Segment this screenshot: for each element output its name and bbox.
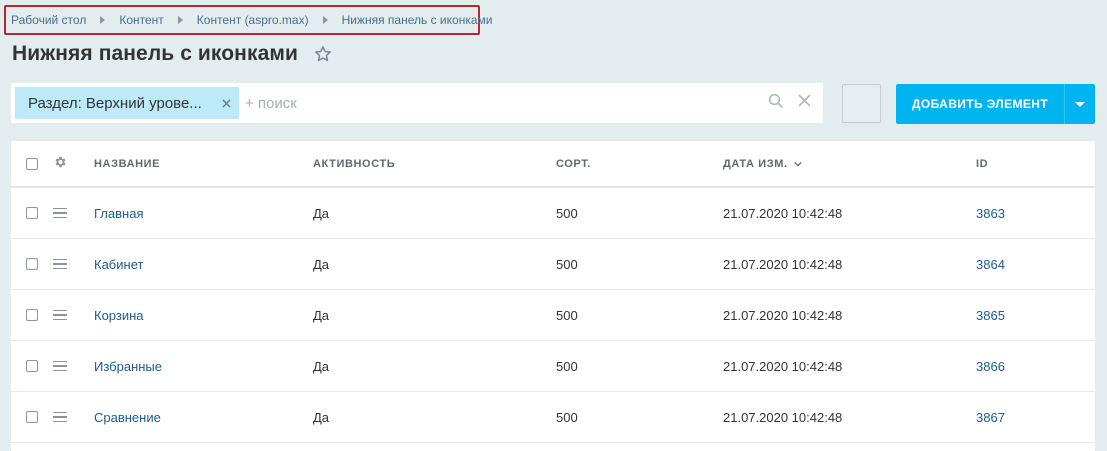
table-row[interactable]: Главная Да 500 21.07.2020 10:42:48 3863 [11, 188, 1095, 239]
star-icon[interactable] [314, 44, 334, 64]
row-id-link[interactable]: 3866 [976, 341, 1005, 391]
elements-table: Название Активность Сорт. Дата изм. ID Г… [11, 141, 1095, 451]
breadcrumb: Рабочий стол Контент Контент (aspro.max)… [4, 5, 492, 35]
chevron-down-icon [1075, 101, 1085, 107]
row-active: Да [313, 205, 330, 221]
filter-settings-button[interactable] [842, 84, 881, 123]
breadcrumb-item-desktop[interactable]: Рабочий стол [11, 13, 86, 27]
row-sort: 500 [556, 409, 578, 425]
breadcrumb-separator-icon [100, 16, 106, 24]
row-name-link[interactable]: Кабинет [94, 239, 143, 289]
row-active: Да [313, 358, 330, 374]
table-header: Название Активность Сорт. Дата изм. ID [11, 141, 1095, 188]
drag-handle-icon[interactable] [53, 258, 67, 270]
drag-handle-icon[interactable] [53, 360, 67, 372]
row-date: 21.07.2020 10:42:48 [723, 307, 843, 323]
row-active: Да [313, 256, 330, 272]
table-row[interactable]: Кабинет Да 500 21.07.2020 10:42:48 3864 [11, 239, 1095, 290]
row-id-link[interactable]: 3865 [976, 290, 1005, 340]
row-name-link[interactable]: Избранные [94, 341, 162, 391]
close-icon[interactable] [219, 96, 233, 110]
breadcrumb-separator-icon [177, 16, 183, 24]
row-checkbox[interactable] [26, 411, 38, 423]
row-date: 21.07.2020 10:42:48 [723, 358, 843, 374]
drag-handle-icon[interactable] [53, 309, 67, 321]
row-sort: 500 [556, 256, 578, 272]
add-element-label: Добавить элемент [911, 97, 1049, 111]
page-title: Нижняя панель с иконками [12, 42, 299, 65]
breadcrumb-item-current[interactable]: Нижняя панель с иконками [342, 13, 493, 27]
row-name-link[interactable]: Сравнение [94, 392, 161, 442]
row-id-link[interactable]: 3864 [976, 239, 1005, 289]
row-name-link[interactable]: Корзина [94, 290, 144, 340]
row-active: Да [313, 409, 330, 425]
breadcrumb-item-content[interactable]: Контент [119, 13, 163, 27]
add-button-dropdown[interactable] [1065, 101, 1095, 107]
column-header-active[interactable]: Активность [313, 141, 395, 186]
column-header-date[interactable]: Дата изм. [723, 141, 802, 186]
table-row[interactable]: Сравнение Да 500 21.07.2020 10:42:48 386… [11, 392, 1095, 443]
row-id-link[interactable]: 3867 [976, 392, 1005, 442]
select-all-checkbox[interactable] [26, 157, 38, 170]
gear-icon[interactable] [53, 155, 67, 172]
drag-handle-icon[interactable] [53, 207, 67, 219]
column-header-sort[interactable]: Сорт. [556, 141, 591, 186]
row-checkbox[interactable] [26, 309, 38, 321]
filter-bar: Раздел: Верхний урове... [11, 83, 823, 123]
row-name-link[interactable]: Главная [94, 188, 143, 238]
filter-tag-section[interactable]: Раздел: Верхний урове... [15, 87, 239, 119]
clear-icon[interactable] [798, 94, 811, 112]
row-date: 21.07.2020 10:42:48 [723, 409, 843, 425]
column-header-date-label: Дата изм. [723, 157, 788, 170]
row-sort: 500 [556, 205, 578, 221]
row-sort: 500 [556, 358, 578, 374]
row-active: Да [313, 307, 330, 323]
filter-actions [768, 93, 811, 114]
row-checkbox[interactable] [26, 207, 38, 219]
row-sort: 500 [556, 307, 578, 323]
search-input[interactable] [245, 88, 768, 118]
row-date: 21.07.2020 10:42:48 [723, 205, 843, 221]
row-date: 21.07.2020 10:42:48 [723, 256, 843, 272]
breadcrumb-separator-icon [322, 16, 328, 24]
sort-desc-icon [794, 160, 802, 168]
drag-handle-icon[interactable] [53, 411, 67, 423]
title-row: Нижняя панель с иконками [12, 38, 334, 70]
column-header-id[interactable]: ID [976, 141, 988, 186]
filter-tag-label: Раздел: Верхний урове... [28, 94, 202, 112]
row-checkbox[interactable] [26, 258, 38, 270]
table-row[interactable]: Избранные Да 500 21.07.2020 10:42:48 386… [11, 341, 1095, 392]
column-header-name[interactable]: Название [94, 141, 160, 186]
row-id-link[interactable]: 3863 [976, 188, 1005, 238]
table-row[interactable]: Корзина Да 500 21.07.2020 10:42:48 3865 [11, 290, 1095, 341]
add-element-button[interactable]: Добавить элемент [896, 84, 1095, 124]
row-checkbox[interactable] [26, 360, 38, 372]
search-icon[interactable] [768, 93, 784, 114]
breadcrumb-item-content-aspro[interactable]: Контент (aspro.max) [197, 13, 309, 27]
